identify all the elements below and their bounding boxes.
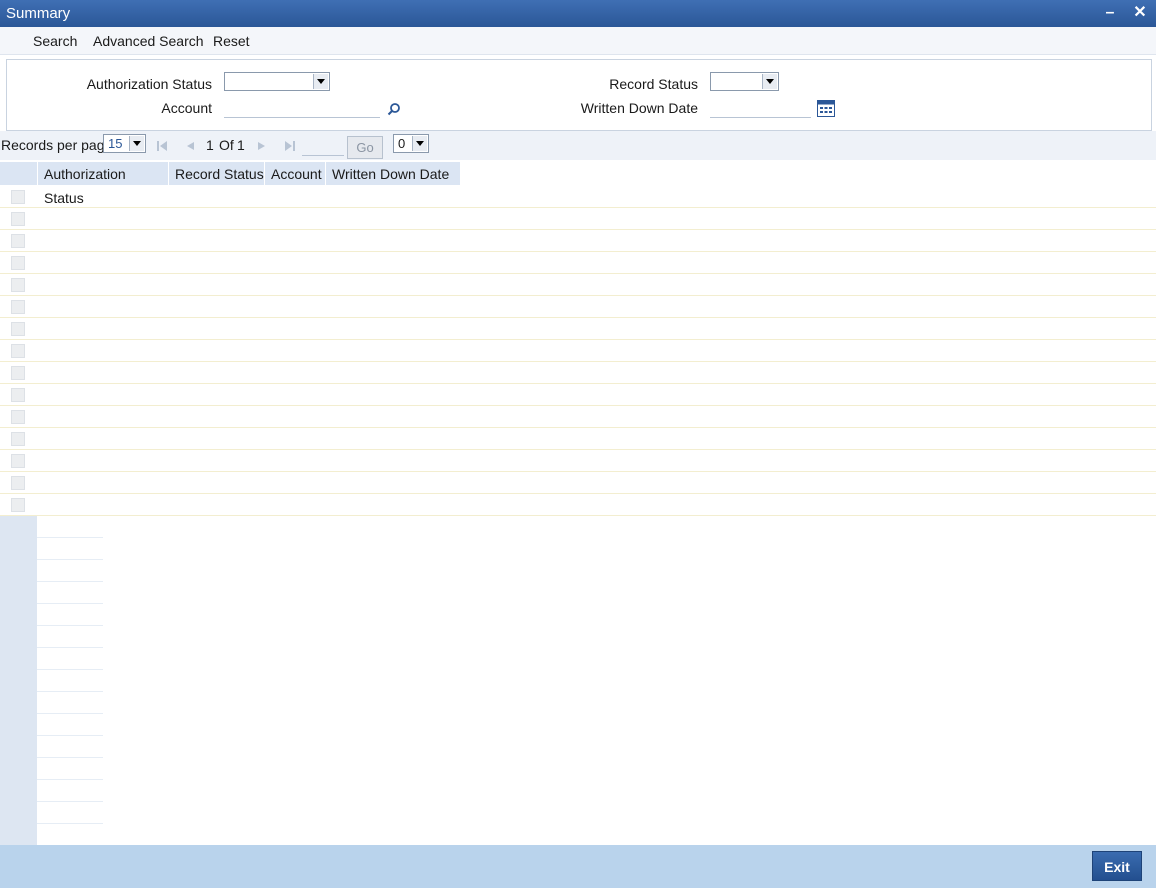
title-bar: Summary – ✕	[0, 0, 1156, 27]
filler-row	[37, 824, 103, 846]
select-all-header[interactable]	[0, 162, 38, 185]
table-row[interactable]	[0, 384, 1156, 406]
column-header-record-status[interactable]: Record Status	[169, 162, 265, 185]
search-menu-item[interactable]: Search	[33, 33, 77, 49]
table-row[interactable]	[0, 472, 1156, 494]
chevron-down-icon[interactable]	[412, 136, 427, 151]
first-page-icon[interactable]	[157, 141, 167, 151]
table-row[interactable]	[0, 494, 1156, 516]
minimize-icon[interactable]: –	[1100, 3, 1120, 23]
row-checkbox[interactable]	[11, 322, 25, 336]
table-row[interactable]	[0, 296, 1156, 318]
calendar-icon[interactable]	[817, 100, 835, 117]
row-checkbox[interactable]	[11, 344, 25, 358]
filler-row	[37, 670, 103, 692]
records-per-page-value: 15	[108, 136, 123, 151]
window-title: Summary	[6, 5, 71, 22]
chevron-down-icon[interactable]	[762, 74, 777, 89]
filler-row	[37, 626, 103, 648]
filler-row	[37, 560, 103, 582]
filler-row	[37, 692, 103, 714]
reset-menu-item[interactable]: Reset	[213, 33, 250, 49]
records-per-page-select[interactable]: 15	[103, 134, 146, 153]
current-page: 1	[206, 137, 214, 153]
filler-row	[37, 604, 103, 626]
row-checkbox[interactable]	[11, 388, 25, 402]
column-header-account[interactable]: Account	[265, 162, 326, 185]
menu-bar: Search Advanced Search Reset	[0, 27, 1156, 55]
footer-bar	[0, 845, 1156, 888]
row-checkbox[interactable]	[11, 256, 25, 270]
filler-row	[37, 714, 103, 736]
account-input[interactable]	[224, 98, 380, 118]
chevron-down-icon[interactable]	[313, 74, 328, 89]
filler-row	[37, 736, 103, 758]
filler-row	[37, 516, 103, 538]
filler-row	[37, 648, 103, 670]
records-per-page-label: Records per page	[1, 137, 113, 153]
filler-row	[37, 802, 103, 824]
row-checkbox[interactable]	[11, 432, 25, 446]
column-header-written-down-date[interactable]: Written Down Date	[326, 162, 461, 185]
table-row[interactable]	[0, 252, 1156, 274]
row-checkbox[interactable]	[11, 410, 25, 424]
filler-row	[37, 758, 103, 780]
row-checkbox[interactable]	[11, 234, 25, 248]
exit-button[interactable]: Exit	[1092, 851, 1142, 881]
row-checkbox[interactable]	[11, 476, 25, 490]
row-checkbox[interactable]	[11, 498, 25, 512]
last-page-icon[interactable]	[285, 141, 295, 151]
table-row[interactable]	[0, 274, 1156, 296]
table-row[interactable]	[0, 230, 1156, 252]
next-page-icon[interactable]	[257, 141, 267, 151]
pagination-bar: Records per page 15 1 Of 1 0	[0, 131, 1156, 160]
close-icon[interactable]: ✕	[1130, 3, 1150, 23]
jump-value: 0	[398, 136, 406, 151]
of-label: Of	[219, 137, 234, 153]
table-row[interactable]	[0, 340, 1156, 362]
grid-filler	[0, 516, 37, 845]
written-down-date-label: Written Down Date	[580, 100, 698, 116]
go-button[interactable]: Go	[347, 136, 383, 159]
filler-row	[37, 780, 103, 802]
previous-page-icon[interactable]	[185, 141, 195, 151]
search-icon[interactable]	[387, 102, 401, 116]
table-row[interactable]	[0, 186, 1156, 208]
table-row[interactable]	[0, 428, 1156, 450]
table-row[interactable]	[0, 208, 1156, 230]
row-checkbox[interactable]	[11, 212, 25, 226]
row-checkbox[interactable]	[11, 300, 25, 314]
filler-row	[37, 582, 103, 604]
record-status-label: Record Status	[609, 76, 698, 92]
advanced-search-menu-item[interactable]: Advanced Search	[93, 33, 204, 49]
table-row[interactable]	[0, 406, 1156, 428]
page-number-input[interactable]	[302, 136, 344, 156]
column-header-authorization-status[interactable]: Authorization Status	[38, 162, 169, 206]
table-row[interactable]	[0, 362, 1156, 384]
row-checkbox[interactable]	[11, 454, 25, 468]
table-row[interactable]	[0, 450, 1156, 472]
filler-row	[37, 538, 103, 560]
jump-select[interactable]: 0	[393, 134, 429, 153]
account-label: Account	[161, 100, 212, 116]
search-criteria-panel	[6, 59, 1152, 131]
row-checkbox[interactable]	[11, 278, 25, 292]
table-row[interactable]	[0, 318, 1156, 340]
authorization-status-select[interactable]	[224, 72, 330, 91]
record-status-select[interactable]	[710, 72, 779, 91]
authorization-status-label: Authorization Status	[86, 76, 212, 92]
written-down-date-input[interactable]	[710, 98, 811, 118]
total-pages: 1	[237, 137, 245, 153]
chevron-down-icon[interactable]	[129, 136, 144, 151]
row-checkbox[interactable]	[11, 190, 25, 204]
row-checkbox[interactable]	[11, 366, 25, 380]
